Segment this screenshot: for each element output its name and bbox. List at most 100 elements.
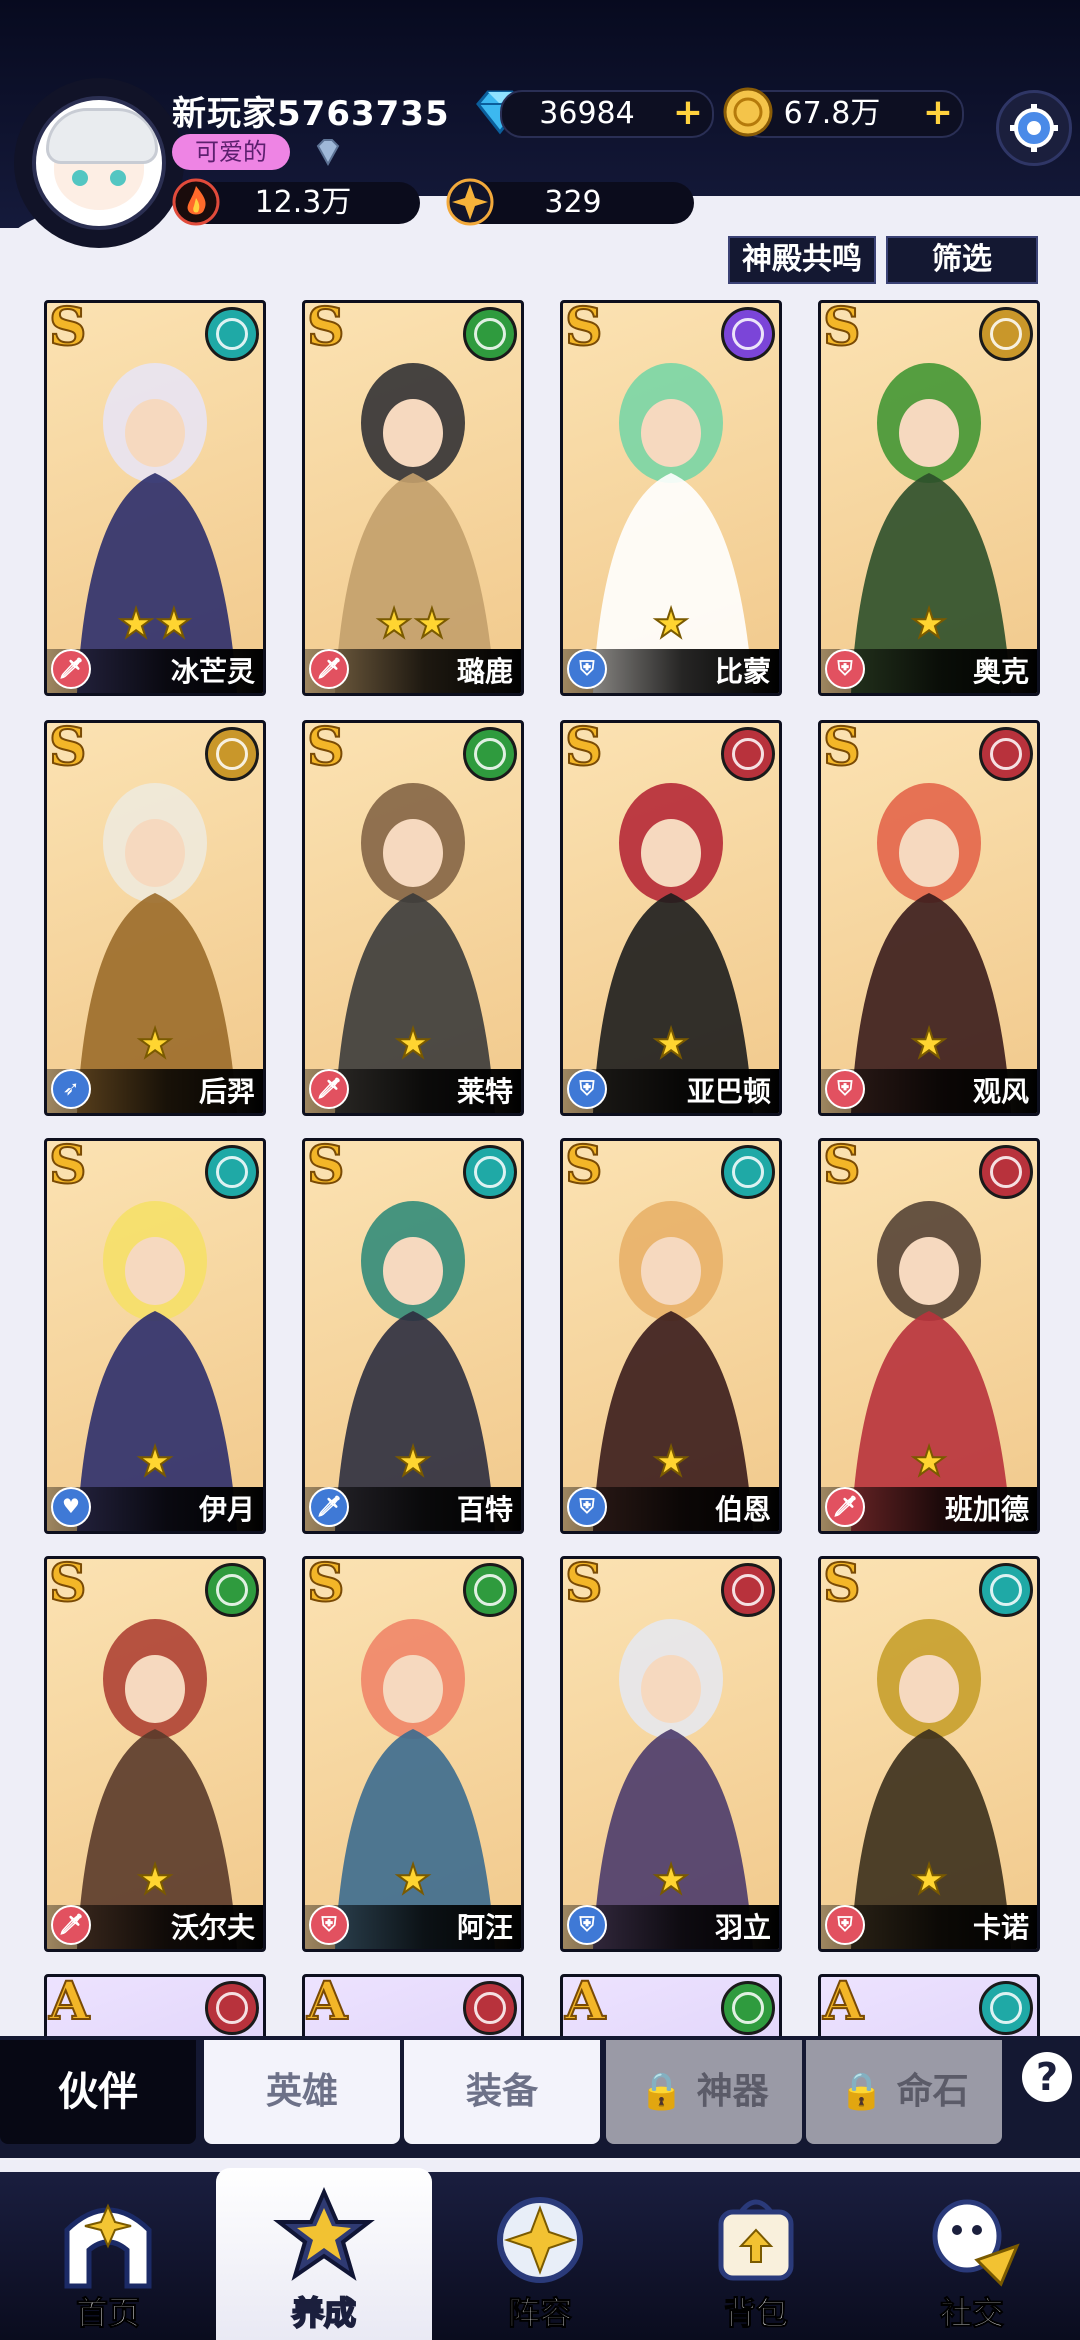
- hero-name: 班加德: [944, 1493, 1029, 1526]
- hero-card[interactable]: S ★★ 🗡 冰芒灵: [44, 300, 266, 696]
- home-icon: [64, 2203, 152, 2289]
- hero-card[interactable]: S ★ ⛨ 卡诺: [818, 1556, 1040, 1952]
- hero-card[interactable]: S ★ ⛨ 亚巴顿: [560, 720, 782, 1116]
- star-icon: ★: [910, 1856, 948, 1904]
- faction-icon: [205, 1563, 259, 1617]
- tab-equipment[interactable]: 装备: [404, 2040, 600, 2144]
- avatar-portrait: [32, 96, 166, 230]
- filter-button[interactable]: 筛选: [886, 236, 1038, 284]
- faction-icon: [205, 307, 259, 361]
- star-icon: ★: [394, 1438, 432, 1486]
- hero-card[interactable]: S ★ ♥ 伊月: [44, 1138, 266, 1534]
- hero-card[interactable]: S ★ 🗡 班加德: [818, 1138, 1040, 1534]
- faction-icon: [721, 1563, 775, 1617]
- nav-backpack[interactable]: 背包: [648, 2172, 864, 2340]
- hero-card[interactable]: S ★ ⛨ 奥克: [818, 300, 1040, 696]
- star-value: 329: [544, 185, 602, 220]
- hero-card[interactable]: S ★ 🗡 莱特: [302, 720, 524, 1116]
- faction-icon: [979, 727, 1033, 781]
- grade-label: A: [48, 1974, 90, 2033]
- star-icon: ★: [652, 1020, 690, 1068]
- grade-label: S: [48, 1138, 88, 1197]
- hero-card[interactable]: S ★ ➶ 后羿: [44, 720, 266, 1116]
- hero-card[interactable]: S ★ 🗡 百特: [302, 1138, 524, 1534]
- hero-card[interactable]: A: [44, 1974, 266, 2040]
- role-icon: 🗡: [825, 1487, 865, 1527]
- role-icon: ♥: [51, 1487, 91, 1527]
- star-rating: ★★: [47, 600, 263, 648]
- hero-card[interactable]: S ★ ⛨ 观风: [818, 720, 1040, 1116]
- nav-backpack-label: 背包: [723, 2294, 788, 2333]
- star-rating: ★: [821, 600, 1037, 648]
- star-rating: ★: [563, 1020, 779, 1068]
- hero-card[interactable]: S ★ ⛨ 伯恩: [560, 1138, 782, 1534]
- faction-icon: [463, 1563, 517, 1617]
- tab-artifacts[interactable]: 🔒 神器: [606, 2040, 802, 2144]
- settings-button[interactable]: [996, 90, 1072, 166]
- role-icon: ⛨: [567, 649, 607, 689]
- lineup-icon: [497, 2197, 583, 2283]
- faction-icon: [463, 1981, 517, 2035]
- star-icon: ★: [155, 600, 193, 648]
- player-avatar[interactable]: [14, 78, 184, 248]
- role-icon: ⛨: [825, 649, 865, 689]
- hero-name: 亚巴顿: [686, 1075, 771, 1108]
- faction-icon: [979, 1563, 1033, 1617]
- nav-cultivate-label: 养成: [291, 2293, 357, 2333]
- hero-name: 冰芒灵: [170, 655, 255, 688]
- star-icon: ★: [910, 1020, 948, 1068]
- hero-card-grid: S ★★ 🗡 冰芒灵 S ★★ 🗡 璐鹿 S ★ ⛨ 比蒙 S ★ ⛨ 奥克 S ★ ➶ 后羿 S ★ 🗡 莱特 S ★ ⛨ 亚巴顿 S…: [0, 300, 1080, 2040]
- nav-lineup[interactable]: 阵容: [432, 2172, 648, 2340]
- star-icon: ★: [394, 1856, 432, 1904]
- hero-card[interactable]: S ★ 🗡 沃尔夫: [44, 1556, 266, 1952]
- hero-card[interactable]: A: [818, 1974, 1040, 2040]
- faction-icon: [979, 307, 1033, 361]
- title-badge[interactable]: 可爱的: [172, 134, 290, 170]
- grade-label: S: [306, 1556, 346, 1615]
- star-rating: ★: [821, 1020, 1037, 1068]
- tab-fate-stones-label: 命石: [896, 2071, 969, 2112]
- faction-icon: [721, 727, 775, 781]
- star-icon: ★: [910, 1438, 948, 1486]
- star-rating: ★: [305, 1438, 521, 1486]
- hero-card[interactable]: A: [302, 1974, 524, 2040]
- grade-label: S: [822, 1556, 862, 1615]
- star-rating: ★: [47, 1020, 263, 1068]
- grade-label: S: [306, 720, 346, 779]
- grade-label: S: [822, 720, 862, 779]
- star-rating: ★: [821, 1856, 1037, 1904]
- nav-cultivate[interactable]: 养成: [216, 2168, 432, 2340]
- add-gold-button[interactable]: +: [922, 95, 954, 131]
- flame-icon: [172, 178, 220, 226]
- star-icon: ★: [652, 1856, 690, 1904]
- star-rating: ★: [305, 1020, 521, 1068]
- cultivate-icon: [273, 2186, 375, 2281]
- star-rating: ★: [47, 1438, 263, 1486]
- add-diamond-button[interactable]: +: [672, 95, 704, 131]
- tab-partners[interactable]: 伙伴: [0, 2040, 196, 2144]
- grade-label: S: [564, 1138, 604, 1197]
- nav-social[interactable]: 社交: [864, 2172, 1080, 2340]
- hero-name: 奥克: [972, 655, 1029, 688]
- tab-equipment-label: 装备: [465, 2071, 538, 2112]
- hero-card[interactable]: A: [560, 1974, 782, 2040]
- role-icon: 🗡: [309, 1069, 349, 1109]
- nav-home[interactable]: 首页: [0, 2172, 216, 2340]
- hero-name: 观风: [972, 1075, 1029, 1108]
- temple-resonance-button[interactable]: 神殿共鸣: [728, 236, 876, 284]
- role-icon: ⛨: [567, 1069, 607, 1109]
- sub-tab-bar: 伙伴 英雄 装备 🔒 神器 🔒 命石: [0, 2036, 1080, 2158]
- hero-card[interactable]: S ★ ⛨ 阿汪: [302, 1556, 524, 1952]
- hero-card[interactable]: S ★ ⛨ 比蒙: [560, 300, 782, 696]
- tab-heroes[interactable]: 英雄: [204, 2040, 400, 2144]
- grade-label: S: [822, 1138, 862, 1197]
- tab-fate-stones[interactable]: 🔒 命石: [806, 2040, 1002, 2144]
- hero-card[interactable]: S ★ ⛨ 羽立: [560, 1556, 782, 1952]
- gear-icon: [1010, 104, 1058, 152]
- hero-name: 比蒙: [714, 655, 771, 688]
- rank-diamond-icon: [316, 139, 340, 167]
- hero-card[interactable]: S ★★ 🗡 璐鹿: [302, 300, 524, 696]
- help-button[interactable]: ?: [1022, 2052, 1072, 2102]
- role-icon: 🗡: [309, 1487, 349, 1527]
- faction-icon: [721, 307, 775, 361]
